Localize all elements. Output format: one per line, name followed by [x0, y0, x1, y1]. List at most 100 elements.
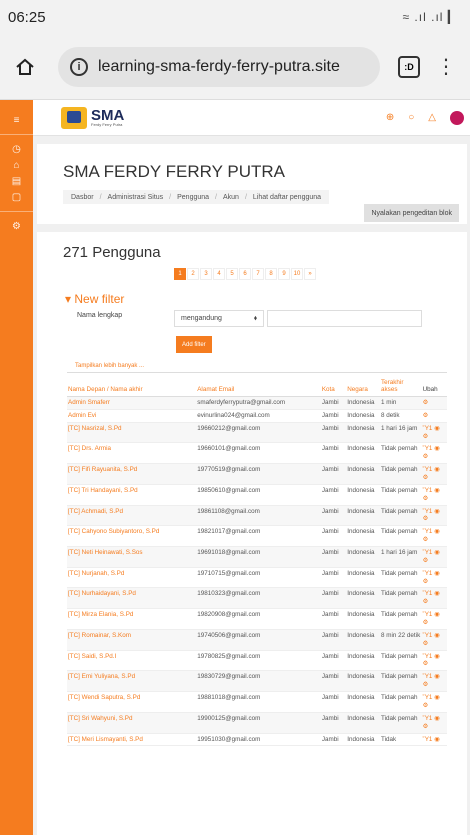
- user-name-link[interactable]: [TC] Emi Yuliyana, S.Pd: [67, 670, 197, 693]
- page-title: SMA FERDY FERRY PUTRA: [63, 162, 285, 181]
- tab-switcher-icon[interactable]: :D: [398, 55, 420, 78]
- home-icon[interactable]: [14, 56, 36, 78]
- breadcrumb-item-admin[interactable]: Administrasi Situs: [108, 194, 164, 201]
- breadcrumb-item-pengguna[interactable]: Pengguna: [177, 194, 209, 201]
- user-city: Jambi: [320, 525, 347, 548]
- user-name-link[interactable]: [TC] Saidi, S.Pd.I: [67, 650, 197, 672]
- user-actions-icons[interactable]: Ὕ1 ◉ ⚙: [421, 484, 447, 506]
- user-name-link[interactable]: Admin Smaferr: [67, 396, 197, 410]
- rail-divider: [0, 211, 33, 212]
- user-actions-icons[interactable]: Ὕ1 ◉ ⚙: [421, 587, 447, 610]
- col-header-email[interactable]: Alamat Email: [196, 377, 321, 397]
- filter-operator-select[interactable]: mengandung ⬧: [174, 310, 264, 327]
- address-bar[interactable]: i learning-sma-ferdy-ferry-putra.site: [58, 46, 380, 87]
- page-link-9[interactable]: 9: [278, 268, 290, 280]
- user-name-link[interactable]: [TC] Achmadi, S.Pd: [67, 505, 197, 527]
- filter-operator-value: mengandung: [181, 315, 222, 322]
- user-name-link[interactable]: [TC] Romainar, S.Kom: [67, 629, 197, 651]
- files-icon[interactable]: ▢: [12, 189, 21, 205]
- user-actions-icons[interactable]: Ὕ1 ◉ ⚙: [421, 608, 447, 630]
- add-filter-button[interactable]: Add filter: [176, 336, 212, 353]
- user-actions-icons[interactable]: ⚙: [421, 409, 447, 423]
- breadcrumb-item-dasbor[interactable]: Dasbor: [71, 194, 94, 201]
- col-header-last-access[interactable]: Terakhir akses: [380, 377, 422, 397]
- user-name-link[interactable]: [TC] Meri Lismayanti, S.Pd: [67, 733, 197, 747]
- user-name-link[interactable]: [TC] Cahyono Subiyantoro, S.Pd: [67, 525, 197, 548]
- user-email: 19660212@gmail.com: [196, 422, 321, 444]
- users-count-heading: 271 Pengguna: [63, 244, 161, 261]
- user-city: Jambi: [320, 484, 347, 506]
- user-city: Jambi: [320, 608, 347, 630]
- table-row: Admin Smaferr smaferdyferryputra@gmail.co…: [67, 396, 447, 410]
- menu-icon[interactable]: ≡: [14, 112, 20, 128]
- col-header-city[interactable]: Kota: [320, 377, 347, 397]
- page-link-2[interactable]: 2: [187, 268, 199, 280]
- dashboard-icon[interactable]: ◷: [12, 141, 21, 157]
- user-name-link[interactable]: [TC] Fifi Rayuanita, S.Pd: [67, 463, 197, 485]
- page-link-next[interactable]: »: [304, 268, 316, 280]
- user-name-link[interactable]: [TC] Nurjanah, S.Pd: [67, 567, 197, 589]
- user-city: Jambi: [320, 691, 347, 713]
- notifications-bell-icon[interactable]: △: [428, 112, 436, 123]
- select-caret-icon: ⬧: [253, 314, 257, 322]
- user-name-link[interactable]: Admin Evi: [67, 409, 197, 423]
- logo-emblem-icon: [61, 106, 87, 129]
- page-link-10[interactable]: 10: [291, 268, 303, 280]
- user-actions-icons[interactable]: Ὕ1 ◉ ⚙: [421, 712, 447, 734]
- new-filter-toggle[interactable]: ▾ New filter: [65, 292, 124, 306]
- user-last-access: Tidak pernah: [380, 525, 422, 548]
- users-content: 271 Pengguna 1 2 3 4 5 6 7 8 9 10 » ▾ Ne…: [37, 232, 467, 835]
- site-logo[interactable]: SMA Ferdy Ferry Putra: [61, 106, 124, 129]
- filter-value-input[interactable]: [267, 310, 422, 327]
- user-name-link[interactable]: [TC] Drs. Armia: [67, 442, 197, 465]
- page-link-4[interactable]: 4: [213, 268, 225, 280]
- user-name-link[interactable]: [TC] Mirza Elania, S.Pd: [67, 608, 197, 630]
- page-link-6[interactable]: 6: [239, 268, 251, 280]
- avatar[interactable]: [450, 110, 464, 125]
- user-actions-icons[interactable]: ⚙: [421, 396, 447, 410]
- user-country: Indonesia: [346, 629, 381, 651]
- page-link-5[interactable]: 5: [226, 268, 238, 280]
- user-actions-icons[interactable]: Ὕ1 ◉ ⚙: [421, 691, 447, 713]
- breadcrumb-item-current[interactable]: Lihat daftar pengguna: [253, 194, 321, 201]
- user-actions-icons[interactable]: Ὕ1 ◉ ⚙: [421, 670, 447, 693]
- user-actions-icons[interactable]: Ὕ1 ◉ ⚙: [421, 463, 447, 485]
- user-name-link[interactable]: [TC] Sri Wahyuni, S.Pd: [67, 712, 197, 734]
- browser-menu-icon[interactable]: ⋮: [436, 57, 456, 77]
- user-actions-icons[interactable]: Ὕ1 ◉ ⚙: [421, 629, 447, 651]
- user-name-link[interactable]: [TC] Wendi Saputra, S.Pd: [67, 691, 197, 713]
- breadcrumb-item-akun[interactable]: Akun: [223, 194, 239, 201]
- show-more-link[interactable]: Tampilkan lebih banyak ...: [75, 363, 144, 369]
- user-actions-icons[interactable]: Ὕ1 ◉ ⚙: [421, 525, 447, 548]
- user-actions-icons[interactable]: Ὕ1 ◉ ⚙: [421, 650, 447, 672]
- user-actions-icons[interactable]: Ὕ1 ◉ ⚙: [421, 505, 447, 527]
- page-link-7[interactable]: 7: [252, 268, 264, 280]
- page-link-3[interactable]: 3: [200, 268, 212, 280]
- user-actions-icons[interactable]: Ὕ1 ◉ ⚙: [421, 567, 447, 589]
- col-header-country[interactable]: Negara: [346, 377, 381, 397]
- user-actions-icons[interactable]: Ὕ1 ◉ ⚙: [421, 442, 447, 465]
- user-email: 19691018@gmail.com: [196, 546, 321, 568]
- home-nav-icon[interactable]: ⌂: [13, 157, 19, 173]
- user-actions-icons[interactable]: Ὕ1 ◉: [421, 733, 447, 747]
- turn-editing-on-button[interactable]: Nyalakan pengeditan blok: [364, 204, 459, 222]
- user-name-link[interactable]: [TC] Neti Heinawati, S.Sos: [67, 546, 197, 568]
- site-admin-icon[interactable]: ⚙: [12, 218, 21, 234]
- user-name-link[interactable]: [TC] Tri Handayani, S.Pd: [67, 484, 197, 506]
- page-link-8[interactable]: 8: [265, 268, 277, 280]
- user-email: 19780825@gmail.com: [196, 650, 321, 672]
- user-actions-icons[interactable]: Ὕ1 ◉ ⚙: [421, 422, 447, 444]
- breadcrumb-separator: /: [244, 193, 247, 201]
- info-icon[interactable]: i: [70, 57, 88, 76]
- user-city: Jambi: [320, 463, 347, 485]
- table-row: [TC] Emi Yuliyana, S.Pd 19830729@gmail.co…: [67, 670, 447, 693]
- user-name-link[interactable]: [TC] Nurhaidayani, S.Pd: [67, 587, 197, 610]
- page-link-1[interactable]: 1: [174, 268, 186, 280]
- user-name-link[interactable]: [TC] Nasrizal, S.Pd: [67, 422, 197, 444]
- calendar-icon[interactable]: ▤: [12, 173, 21, 189]
- user-actions-icons[interactable]: Ὕ1 ◉ ⚙: [421, 546, 447, 568]
- messages-icon[interactable]: ○: [408, 112, 414, 123]
- user-email: 19740506@gmail.com: [196, 629, 321, 651]
- language-globe-icon[interactable]: ⊕: [386, 112, 394, 123]
- col-header-name[interactable]: Nama Depan / Nama akhir: [67, 377, 197, 397]
